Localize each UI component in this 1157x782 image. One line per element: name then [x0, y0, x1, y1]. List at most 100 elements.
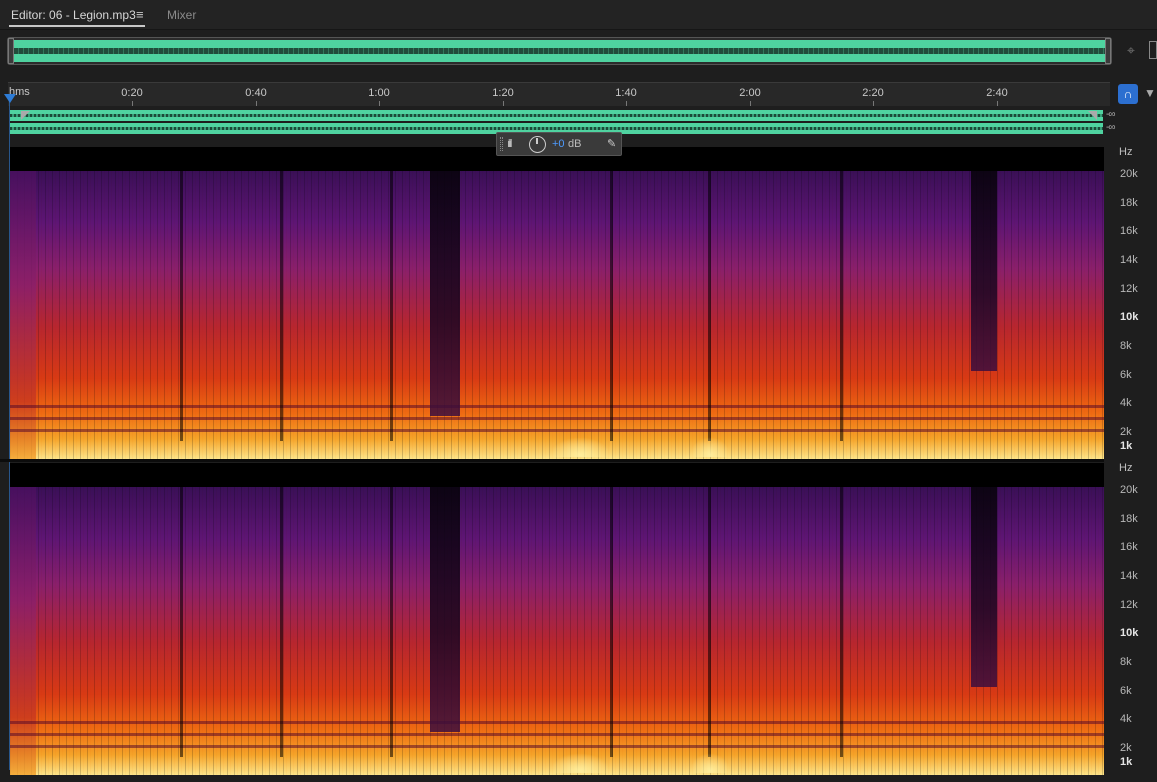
ruler-tick — [873, 101, 874, 106]
fade-in-handle[interactable] — [21, 111, 30, 120]
marker-pin-icon[interactable]: ▼ — [1144, 86, 1156, 102]
overview-handle-left[interactable] — [8, 38, 14, 64]
spectrogram-band — [10, 721, 1104, 724]
spectrogram-hotspot — [690, 753, 730, 773]
frequency-unit: Hz — [1119, 146, 1133, 158]
ruler-tick — [997, 101, 998, 106]
spectrogram-quiet-region — [430, 171, 460, 416]
fade-out-handle[interactable] — [1088, 111, 1097, 120]
frequency-axis-right[interactable]: Hz 20k 18k 16k 14k 12k 10k 8k 6k 4k 2k 1… — [1104, 460, 1157, 776]
spectrogram-quiet-region — [971, 171, 997, 371]
ruler-label: 2:00 — [739, 87, 761, 99]
frequency-label: 1k — [1120, 440, 1133, 452]
frequency-label: 14k — [1120, 570, 1138, 582]
spectrogram-transient — [840, 487, 843, 757]
ruler-label: 0:20 — [121, 87, 143, 99]
frequency-label: 10k — [1120, 311, 1139, 323]
spectrogram-transient — [708, 171, 711, 441]
spectrogram-quiet-region — [430, 487, 460, 732]
spectrogram-transient — [840, 171, 843, 441]
channel-left-volume: -∞ — [1106, 109, 1116, 120]
frequency-label: 20k — [1120, 484, 1138, 496]
snap-magnet-icon[interactable]: ∩ — [1118, 84, 1138, 104]
ruler-tick — [503, 101, 504, 106]
spectrogram-transient — [610, 487, 613, 757]
frequency-label: 10k — [1120, 627, 1139, 639]
frequency-label: 14k — [1120, 254, 1138, 266]
left-gutter — [0, 30, 8, 782]
panel-toggle-icon[interactable] — [1149, 41, 1157, 59]
ruler-tick — [626, 101, 627, 106]
spectrogram-transient — [390, 171, 393, 441]
spectrogram-band — [10, 429, 1104, 432]
hud-drag-handle[interactable] — [500, 137, 503, 151]
frequency-axis-left[interactable]: Hz 20k 18k 16k 14k 12k 10k 8k 6k 4k 2k 1… — [1104, 144, 1157, 460]
frequency-label: 4k — [1120, 713, 1132, 725]
channel-divider[interactable] — [0, 459, 1157, 462]
spectrogram-band — [10, 405, 1104, 408]
spectrogram-channel-right[interactable] — [10, 463, 1104, 775]
frequency-label: 18k — [1120, 513, 1138, 525]
frequency-label: 20k — [1120, 168, 1138, 180]
spectrogram-band — [10, 417, 1104, 420]
frequency-label: 2k — [1120, 742, 1132, 754]
active-tab-indicator — [9, 25, 145, 27]
spectrogram-band — [10, 733, 1104, 736]
frequency-label: 1k — [1120, 756, 1133, 768]
frequency-label: 18k — [1120, 197, 1138, 209]
ruler-tick — [750, 101, 751, 106]
ruler-label: 2:40 — [986, 87, 1008, 99]
volume-hud[interactable]: ılıll +0 dB ✎ — [496, 132, 622, 156]
spectrogram-transient — [280, 171, 283, 441]
spectrogram-texture — [10, 171, 1104, 459]
ruler-label: 2:20 — [862, 87, 884, 99]
spectrogram-hotspot — [550, 753, 610, 773]
volume-value[interactable]: +0 — [552, 138, 565, 150]
frequency-label: 8k — [1120, 656, 1132, 668]
ruler-tick — [132, 101, 133, 106]
spectrogram-transient — [180, 171, 183, 441]
spectrogram-transient — [280, 487, 283, 757]
frequency-label: 16k — [1120, 541, 1138, 553]
frequency-label: 6k — [1120, 685, 1132, 697]
channel-right-volume: -∞ — [1106, 122, 1116, 133]
frequency-unit: Hz — [1119, 462, 1133, 474]
spectrogram-transient — [610, 171, 613, 441]
frequency-label: 12k — [1120, 283, 1138, 295]
spectrogram-hotspot — [550, 437, 610, 457]
ruler-tick — [256, 101, 257, 106]
tab-editor[interactable]: Editor: 06 - Legion.mp3 — [11, 8, 136, 22]
ruler-tick — [379, 101, 380, 106]
overview-waveform[interactable] — [11, 40, 1108, 62]
overview-handle-right[interactable] — [1105, 38, 1111, 64]
ruler-label: 1:40 — [615, 87, 637, 99]
spectrogram-band — [10, 745, 1104, 748]
ruler-label: 1:20 — [492, 87, 514, 99]
spectrogram-texture — [10, 487, 1104, 775]
spectrogram-transient — [180, 487, 183, 757]
tab-menu-icon[interactable]: ≡ — [136, 7, 144, 22]
tab-bar: Editor: 06 - Legion.mp3 ≡ Mixer — [0, 0, 1157, 30]
frequency-label: 8k — [1120, 340, 1132, 352]
volume-knob-icon[interactable] — [529, 136, 546, 153]
spectrogram-quiet-region — [971, 487, 997, 687]
crosshair-zoom-icon[interactable]: ⌖ — [1122, 41, 1140, 59]
playhead-marker[interactable] — [4, 94, 16, 103]
channel-left-waveform[interactable] — [10, 110, 1103, 121]
time-ruler[interactable]: 0:20 0:40 1:00 1:20 1:40 2:00 2:20 2:40 — [8, 82, 1110, 106]
spectrogram-fade-in — [10, 171, 36, 459]
ruler-label: 0:40 — [245, 87, 267, 99]
level-meter-icon: ılıll — [507, 138, 513, 150]
pin-icon[interactable]: ✎ — [607, 137, 616, 150]
frequency-label: 2k — [1120, 426, 1132, 438]
spectrogram-channel-left[interactable] — [10, 147, 1104, 459]
ruler-label: 1:00 — [368, 87, 390, 99]
spectrogram-fade-in — [10, 487, 36, 775]
volume-unit: dB — [568, 138, 582, 150]
frequency-label: 6k — [1120, 369, 1132, 381]
spectrogram-transient — [390, 487, 393, 757]
frequency-label: 16k — [1120, 225, 1138, 237]
frequency-label: 12k — [1120, 599, 1138, 611]
overview-navigator[interactable] — [7, 37, 1112, 65]
tab-mixer[interactable]: Mixer — [167, 8, 196, 22]
